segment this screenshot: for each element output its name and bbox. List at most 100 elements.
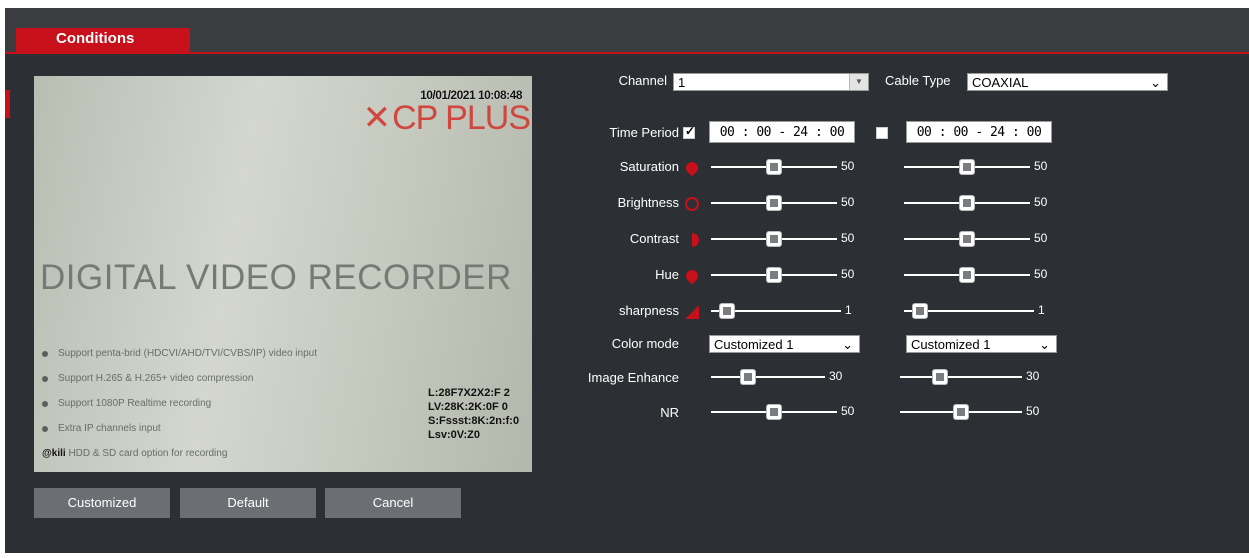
bullet-text: Support H.265 & H.265+ video compression — [58, 373, 254, 384]
logo-text: CP PLUS — [392, 99, 531, 137]
list-item: Support 1080P Realtime recording — [42, 391, 317, 416]
chevron-down-icon: ⌄ — [842, 337, 853, 352]
image-enhance-1-value: 30 — [829, 369, 843, 383]
osd-stat-line: Lsv:0V:Z0 — [428, 429, 480, 441]
image-enhance-2-value: 30 — [1026, 369, 1040, 383]
hue-2-value: 50 — [1034, 267, 1048, 281]
slider-handle[interactable] — [766, 195, 782, 211]
color-mode-1-select[interactable]: Customized 1 ⌄ — [709, 335, 860, 353]
slider-handle[interactable] — [959, 231, 975, 247]
hue-1-slider[interactable] — [711, 265, 837, 285]
tab-conditions[interactable]: Conditions — [16, 28, 190, 54]
contrast-label: Contrast — [629, 231, 679, 246]
cable-type-select[interactable]: COAXIAL ⌄ — [967, 73, 1168, 91]
nr-2-value: 50 — [1026, 404, 1040, 418]
contrast-2-slider[interactable] — [904, 229, 1030, 249]
slider-handle[interactable] — [766, 231, 782, 247]
bullet-icon — [42, 350, 48, 357]
osd-stats: L:28F7X2X2:F 2 LV:28K:2K:0F 0 S:Fssst:8K… — [428, 386, 519, 442]
customized-button[interactable]: Customized — [34, 488, 170, 518]
time-period-1-checkbox[interactable]: ✓ — [683, 124, 696, 139]
sharpness-2-slider[interactable] — [904, 301, 1034, 321]
preview-feature-list: Support penta-brid (HDCVI/AHD/TVI/CVBS/I… — [42, 341, 317, 441]
osd-stat-line: L:28F7X2X2:F 2 — [428, 387, 510, 399]
slider-handle[interactable] — [740, 369, 756, 385]
slider-handle[interactable] — [959, 159, 975, 175]
hue-1-value: 50 — [841, 267, 855, 281]
saturation-2-slider[interactable] — [904, 157, 1030, 177]
brightness-2-value: 50 — [1034, 195, 1048, 209]
side-marker — [5, 90, 10, 118]
time-period-2-input[interactable]: 00 : 00 - 24 : 00 — [906, 121, 1052, 143]
contrast-1-slider[interactable] — [711, 229, 837, 249]
time-period-label: Time Period — [609, 125, 679, 140]
color-mode-1-value: Customized 1 — [714, 337, 794, 352]
slider-handle[interactable] — [959, 195, 975, 211]
brightness-1-value: 50 — [841, 195, 855, 209]
video-preview: 10/01/2021 10:08:48 ✕CP PLUS DIGITAL VID… — [34, 76, 532, 472]
nr-2-slider[interactable] — [900, 402, 1022, 422]
brightness-1-slider[interactable] — [711, 193, 837, 213]
brightness-icon — [685, 197, 699, 211]
bullet-icon — [42, 375, 48, 382]
contrast-icon — [685, 233, 699, 247]
bullet-icon — [42, 425, 48, 432]
channel-select[interactable]: 1 ▼ — [673, 73, 869, 91]
image-enhance-2-slider[interactable] — [900, 367, 1022, 387]
brightness-2-slider[interactable] — [904, 193, 1030, 213]
logo-mark-icon: ✕ — [362, 99, 391, 137]
check-icon: ✓ — [685, 124, 696, 138]
bullet-text: Support 1080P Realtime recording — [58, 398, 212, 409]
default-button[interactable]: Default — [180, 488, 316, 518]
saturation-label: Saturation — [619, 159, 679, 174]
slider-handle[interactable] — [932, 369, 948, 385]
cable-type-label: Cable Type — [885, 73, 951, 88]
sharpness-icon — [685, 305, 699, 319]
slider-handle[interactable] — [766, 159, 782, 175]
saturation-2-value: 50 — [1034, 159, 1048, 173]
chevron-down-icon: ⌄ — [1150, 75, 1161, 90]
nr-1-value: 50 — [841, 404, 855, 418]
brightness-label: Brightness — [617, 195, 679, 210]
osd-stat-line: S:Fssst:8K:2n:f:0 — [428, 415, 520, 427]
cp-plus-logo: ✕CP PLUS — [362, 98, 531, 138]
bullet-text: Support penta-brid (HDCVI/AHD/TVI/CVBS/I… — [58, 348, 317, 359]
slider-handle[interactable] — [766, 267, 782, 283]
list-item: Support H.265 & H.265+ video compression — [42, 366, 317, 391]
slider-handle[interactable] — [959, 267, 975, 283]
chevron-down-icon: ⌄ — [1039, 337, 1050, 352]
channel-value: 1 — [678, 75, 686, 90]
sharpness-1-value: 1 — [845, 303, 852, 317]
channel-label: Channel — [618, 73, 667, 88]
slider-handle[interactable] — [953, 404, 969, 420]
saturation-1-slider[interactable] — [711, 157, 837, 177]
cable-type-value: COAXIAL — [972, 75, 1029, 90]
color-mode-2-select[interactable]: Customized 1 ⌄ — [906, 335, 1057, 353]
sharpness-1-slider[interactable] — [711, 301, 841, 321]
image-enhance-1-slider[interactable] — [711, 367, 825, 387]
bullet-icon — [42, 400, 48, 407]
tab-bar — [5, 8, 1249, 54]
list-item: Support penta-brid (HDCVI/AHD/TVI/CVBS/I… — [42, 341, 317, 366]
slider-handle[interactable] — [719, 303, 735, 319]
time-period-2-checkbox[interactable] — [876, 127, 888, 139]
dropdown-arrow-icon[interactable]: ▼ — [849, 74, 868, 90]
color-mode-label: Color mode — [611, 336, 679, 351]
list-item: Extra IP channels input — [42, 416, 317, 441]
sharpness-label: sharpness — [619, 303, 679, 318]
time-period-1-input[interactable]: 00 : 00 - 24 : 00 — [709, 121, 855, 143]
color-mode-2-value: Customized 1 — [911, 337, 991, 352]
image-enhance-label: Image Enhance — [587, 370, 679, 385]
tab-underline — [5, 52, 1249, 54]
osd-channel-name: @kili HDD & SD card option for recording — [42, 448, 227, 459]
bullet-text: HDD & SD card option for recording — [68, 448, 228, 459]
hue-2-slider[interactable] — [904, 265, 1030, 285]
slider-handle[interactable] — [912, 303, 928, 319]
bullet-text: Extra IP channels input — [58, 423, 161, 434]
cancel-button[interactable]: Cancel — [325, 488, 461, 518]
slider-handle[interactable] — [766, 404, 782, 420]
nr-1-slider[interactable] — [711, 402, 837, 422]
osd-stat-line: LV:28K:2K:0F 0 — [428, 401, 508, 413]
contrast-1-value: 50 — [841, 231, 855, 245]
saturation-1-value: 50 — [841, 159, 855, 173]
